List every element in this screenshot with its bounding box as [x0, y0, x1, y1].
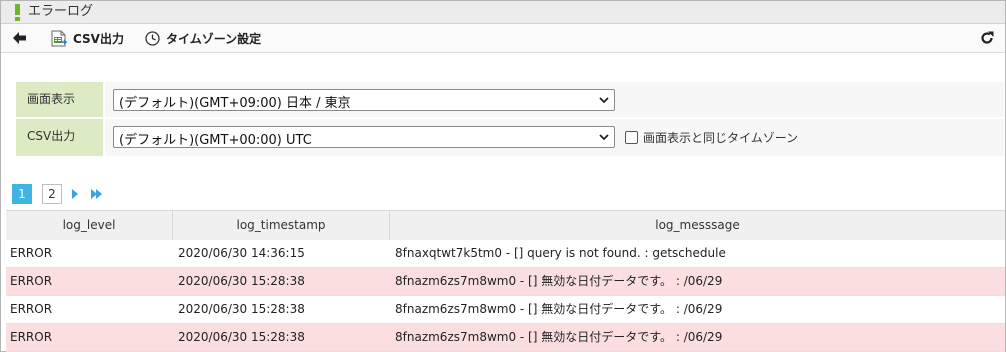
cell-log-message: 8fnaxqtwt7k5tm0 - [] query is not found.… — [395, 246, 726, 260]
csv-export-button[interactable]: CSV出力 — [51, 24, 124, 52]
error-log-window: エラーログ CSV出力 タイムゾーン設定 画面表示 (デフォルト)(GMT+09… — [0, 0, 1006, 352]
page-button-2[interactable]: 2 — [42, 184, 62, 204]
clock-icon — [145, 30, 160, 46]
refresh-icon — [981, 31, 994, 44]
title-bar: エラーログ — [1, 1, 1005, 24]
same-timezone-label[interactable]: 画面表示と同じタイムゾーン — [643, 129, 798, 146]
timezone-settings-button[interactable]: タイムゾーン設定 — [145, 24, 261, 52]
table-header: log_level log_timestamp log_messsage — [6, 210, 1005, 241]
table-row[interactable]: ERROR 2020/06/30 15:28:38 8fnazm6zs7m8wm… — [6, 324, 1005, 352]
table-row[interactable]: ERROR 2020/06/30 14:36:15 8fnaxqtwt7k5tm… — [6, 240, 1005, 268]
csv-timezone-row: CSV出力 (デフォルト)(GMT+00:00) UTC 画面表示と同じタイムゾ… — [16, 119, 1004, 156]
display-timezone-cell: (デフォルト)(GMT+09:00) 日本 / 東京 — [105, 82, 1004, 117]
csv-export-icon — [51, 30, 67, 46]
cell-log-timestamp: 2020/06/30 15:28:38 — [178, 330, 305, 344]
display-timezone-value: (デフォルト)(GMT+09:00) 日本 / 東京 — [119, 96, 351, 111]
csv-timezone-label: CSV出力 — [16, 119, 103, 156]
cell-log-level: ERROR — [10, 274, 53, 288]
cell-log-timestamp: 2020/06/30 15:28:38 — [178, 274, 305, 288]
csv-timezone-cell: (デフォルト)(GMT+00:00) UTC 画面表示と同じタイムゾーン — [105, 119, 1004, 156]
page-button-1[interactable]: 1 — [12, 184, 32, 204]
chevron-down-icon — [599, 97, 609, 104]
display-timezone-select[interactable]: (デフォルト)(GMT+09:00) 日本 / 東京 — [113, 89, 615, 111]
exclamation-icon — [15, 4, 20, 21]
display-timezone-label: 画面表示 — [16, 82, 103, 117]
refresh-button[interactable] — [977, 24, 997, 52]
page-title: エラーログ — [28, 4, 94, 19]
column-header-log-timestamp[interactable]: log_timestamp — [173, 211, 390, 240]
table-row[interactable]: ERROR 2020/06/30 15:28:38 8fnazm6zs7m8wm… — [6, 296, 1005, 324]
arrow-left-icon — [13, 32, 26, 44]
next-page-icon[interactable] — [70, 188, 80, 200]
back-button[interactable] — [11, 24, 29, 52]
column-header-log-level[interactable]: log_level — [6, 211, 173, 240]
cell-log-timestamp: 2020/06/30 15:28:38 — [178, 302, 305, 316]
cell-log-message: 8fnazm6zs7m8wm0 - [] 無効な日付データです。 : /06/2… — [395, 330, 723, 344]
last-page-icon[interactable] — [90, 188, 104, 200]
same-timezone-option: 画面表示と同じタイムゾーン — [625, 129, 798, 146]
csv-export-label: CSV出力 — [73, 31, 124, 46]
cell-log-level: ERROR — [10, 330, 53, 344]
timezone-settings-label: タイムゾーン設定 — [166, 31, 262, 46]
table-row[interactable]: ERROR 2020/06/30 15:28:38 8fnazm6zs7m8wm… — [6, 268, 1005, 296]
csv-timezone-value: (デフォルト)(GMT+00:00) UTC — [119, 133, 312, 148]
toolbar: CSV出力 タイムゾーン設定 — [1, 24, 1005, 53]
csv-timezone-select[interactable]: (デフォルト)(GMT+00:00) UTC — [113, 126, 615, 148]
timezone-settings-panel: 画面表示 (デフォルト)(GMT+09:00) 日本 / 東京 CSV出力 (デ… — [16, 82, 1004, 156]
cell-log-timestamp: 2020/06/30 14:36:15 — [178, 246, 305, 260]
cell-log-message: 8fnazm6zs7m8wm0 - [] 無効な日付データです。 : /06/2… — [395, 302, 723, 316]
chevron-down-icon — [599, 134, 609, 141]
cell-log-level: ERROR — [10, 302, 53, 316]
cell-log-message: 8fnazm6zs7m8wm0 - [] 無効な日付データです。 : /06/2… — [395, 274, 723, 288]
column-header-log-message[interactable]: log_messsage — [390, 211, 1005, 240]
display-timezone-row: 画面表示 (デフォルト)(GMT+09:00) 日本 / 東京 — [16, 82, 1004, 117]
same-timezone-checkbox[interactable] — [625, 131, 638, 144]
cell-log-level: ERROR — [10, 246, 53, 260]
